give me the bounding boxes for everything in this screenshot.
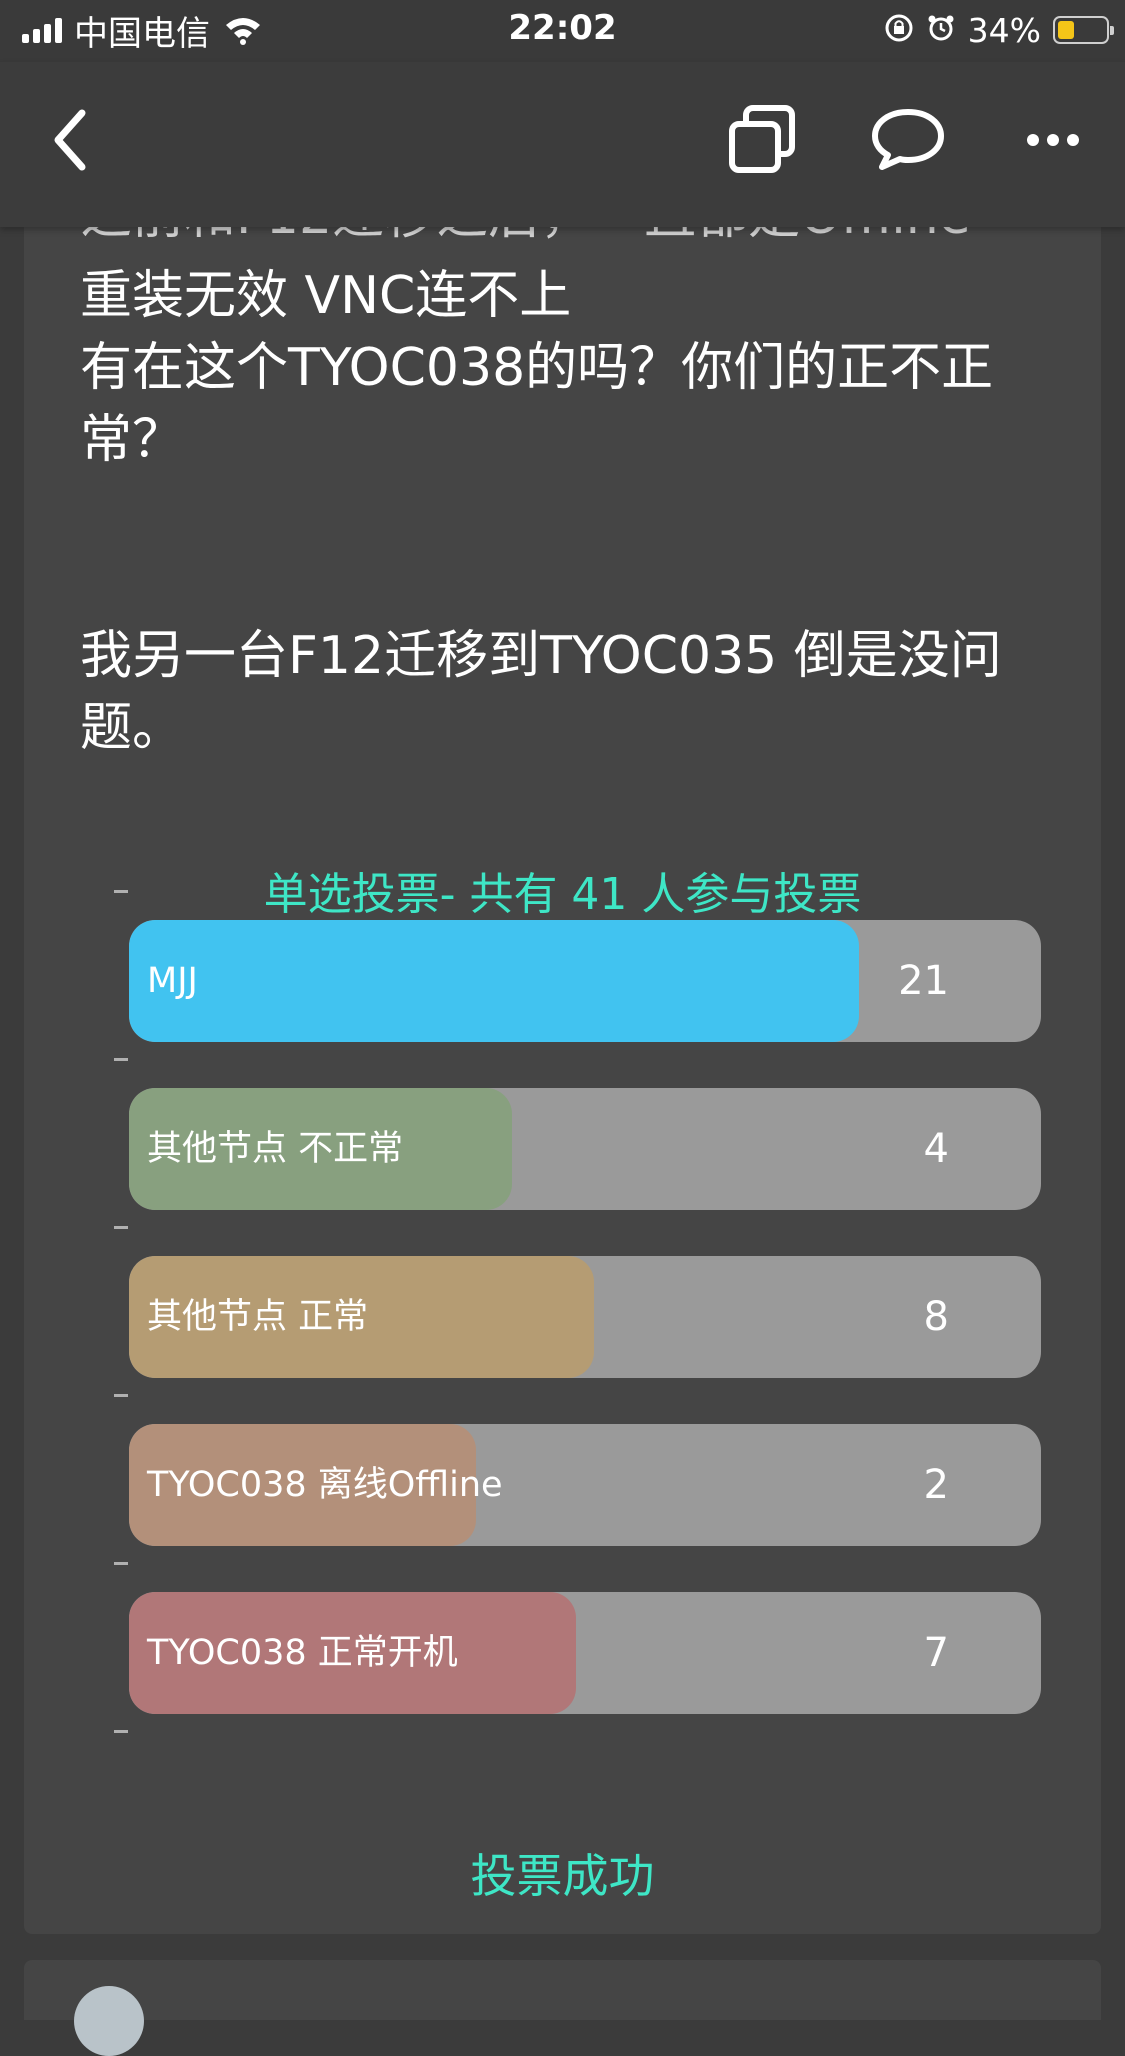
copy-button[interactable] <box>722 100 802 180</box>
poll-divider <box>114 1730 128 1733</box>
comment-bubble-icon <box>872 109 944 170</box>
poll-option-label: TYOC038 正常开机 <box>147 1633 458 1673</box>
back-button[interactable] <box>30 100 110 180</box>
poll-divider <box>114 1226 128 1229</box>
poll-divider <box>114 1058 128 1061</box>
comment-button[interactable] <box>868 100 948 180</box>
poll-option-label: 其他节点 不正常 <box>147 1129 404 1169</box>
poll-option-count: 21 <box>898 958 949 1004</box>
rotation-lock-icon <box>884 13 914 47</box>
poll-option[interactable]: 其他节点 不正常 4 <box>129 1088 1041 1210</box>
more-dots-icon <box>1027 134 1079 146</box>
poll-option-label: 其他节点 正常 <box>147 1297 369 1337</box>
poll-title: 单选投票- 共有 41 人参与投票 <box>263 869 862 920</box>
status-right: 34% <box>884 10 1114 50</box>
poll-option-count: 4 <box>923 1126 949 1172</box>
post-text-paragraph: 重装无效 VNC连不上 有在这个TYOC038的吗？你们的正不正常？ <box>80 266 994 470</box>
poll-option-label: MJJ <box>147 961 198 1001</box>
copy-icon <box>729 105 795 173</box>
poll-option[interactable]: 其他节点 正常 8 <box>129 1256 1041 1378</box>
post-text-paragraph: 我另一台F12迁移到TYOC035 倒是没问题。 <box>80 626 1002 758</box>
more-button[interactable] <box>1013 100 1093 180</box>
poll-option[interactable]: TYOC038 正常开机 7 <box>129 1592 1041 1714</box>
top-navigation-bar <box>0 62 1125 227</box>
poll-option-bar <box>129 920 859 1042</box>
battery-percent: 34% <box>967 10 1041 50</box>
vote-status: 投票成功 <box>470 1849 655 1903</box>
poll-option-label: TYOC038 离线Offline <box>147 1465 503 1505</box>
poll-option-count: 8 <box>923 1294 949 1340</box>
poll-option-count: 7 <box>923 1630 949 1676</box>
poll-option[interactable]: TYOC038 离线Offline 2 <box>129 1424 1041 1546</box>
poll-divider <box>114 1562 128 1565</box>
poll-divider <box>114 1394 128 1397</box>
avatar <box>74 1986 144 2056</box>
status-bar: 中国电信 22:02 34% <box>0 0 1125 62</box>
alarm-icon <box>926 13 956 47</box>
poll-divider <box>114 890 128 893</box>
post-card: 之前和F12迁移之后，一直都是Offline 重装无效 VNC连不上 有在这个T… <box>24 150 1101 1934</box>
poll-option[interactable]: MJJ 21 <box>129 920 1041 1042</box>
chevron-left-icon <box>54 109 86 171</box>
poll-option-count: 2 <box>923 1462 949 1508</box>
battery-icon <box>1053 16 1114 44</box>
next-post-card <box>24 1960 1101 2056</box>
